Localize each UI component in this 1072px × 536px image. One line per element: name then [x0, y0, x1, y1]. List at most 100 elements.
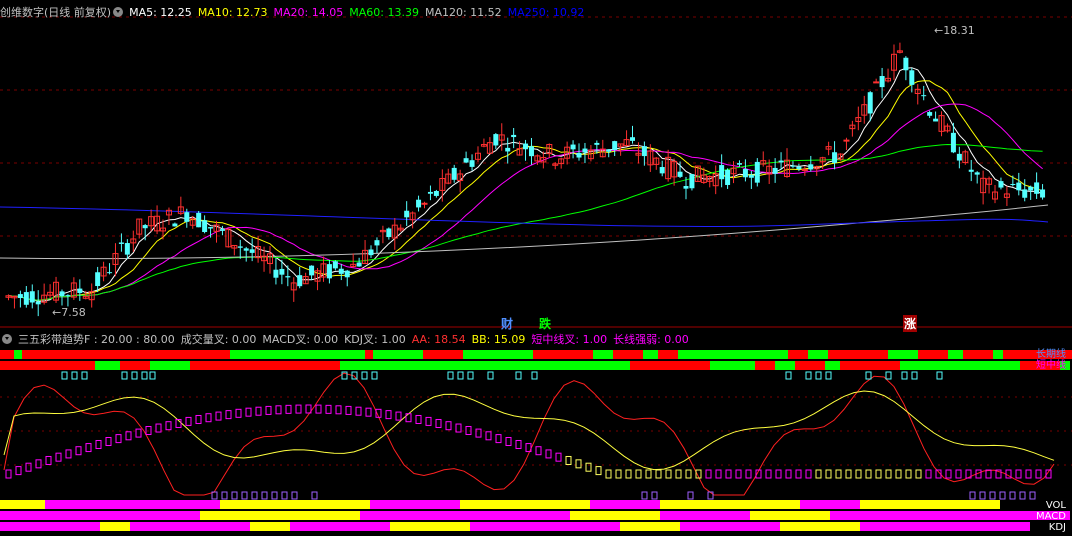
trend-square [955, 469, 962, 479]
trend-square [775, 469, 782, 479]
trend-square [385, 410, 392, 420]
signal-square [447, 371, 454, 380]
band-segment [0, 511, 200, 520]
signal-square [149, 371, 156, 380]
trend-square [735, 469, 742, 479]
candle-body [950, 132, 956, 153]
moving-average-lines [0, 67, 1049, 302]
indicator-settings-icon[interactable] [2, 334, 12, 344]
trend-square [355, 406, 362, 416]
band-segment [620, 522, 680, 531]
candle-body [368, 249, 374, 256]
band-label-vol: VOL [1045, 500, 1066, 511]
signal-square [121, 371, 128, 380]
trend-square [585, 462, 592, 472]
band-segment [190, 361, 340, 370]
signal-square [81, 371, 88, 380]
trend-square [345, 405, 352, 415]
band-segment [360, 511, 570, 520]
candle-body [95, 272, 101, 287]
trend-square [15, 466, 22, 476]
band-segment [365, 350, 373, 359]
volume-cross: 成交量叉: 0.00 [180, 333, 257, 346]
candle-body [332, 261, 338, 269]
trend-square [25, 462, 32, 472]
trend-square [655, 469, 662, 479]
signal-square [61, 371, 68, 380]
candle-body [237, 246, 243, 248]
candlesticks[interactable] [5, 42, 1046, 317]
band-segment [860, 522, 1030, 531]
trend-square [205, 413, 212, 423]
indicator-name[interactable]: 三五彩带趋势F : 20.00 : 80.00 [18, 333, 175, 346]
band-segment [795, 361, 825, 370]
candle-body [843, 139, 850, 142]
candle-body [677, 171, 683, 177]
bottom-square [271, 491, 278, 500]
stock-chart[interactable] [0, 0, 1072, 536]
band-segment [918, 350, 948, 359]
candle-body [77, 288, 83, 293]
event-tag-up[interactable]: 涨 [903, 315, 918, 332]
signal-square [936, 371, 943, 380]
candle-body [107, 272, 113, 274]
candle-body [1040, 189, 1046, 198]
trend-square [335, 405, 342, 415]
candle-body [528, 146, 534, 157]
candle-body [909, 70, 915, 85]
long-strength: 长线强弱: 0.00 [613, 333, 689, 346]
band-segment [630, 361, 710, 370]
trend-square [565, 455, 572, 465]
candle-body [754, 161, 760, 183]
trend-square [445, 421, 452, 431]
event-tag-finance[interactable]: 财 [500, 315, 514, 332]
candle-body [35, 301, 41, 305]
signal-square [515, 371, 522, 380]
band-segment [825, 361, 840, 370]
trend-square [685, 469, 692, 479]
band-segment [0, 350, 14, 359]
settings-icon[interactable] [113, 7, 124, 17]
ma-line [8, 80, 1043, 301]
band-segment [423, 350, 463, 359]
trend-square [895, 469, 902, 479]
trend-square [505, 437, 512, 446]
event-tag-down[interactable]: 跌 [538, 315, 552, 332]
band-label-macd: MACD [1036, 511, 1066, 522]
candle-body [1010, 183, 1016, 185]
bottom-square [641, 491, 648, 500]
candle-body [356, 262, 362, 267]
trend-square [795, 469, 802, 479]
band-segment [593, 350, 613, 359]
trend-square [545, 449, 552, 459]
candle-body [998, 181, 1004, 188]
candle-body [404, 210, 410, 218]
candle-body [974, 172, 980, 175]
candle-body [309, 265, 315, 276]
band-segment [0, 500, 45, 509]
trend-square [1025, 469, 1032, 479]
trend-square [95, 439, 102, 449]
trend-square [35, 459, 42, 469]
trend-square [855, 469, 862, 479]
candle-body [630, 137, 635, 141]
candle-body [719, 165, 725, 180]
candle-body [576, 152, 582, 158]
trend-square [295, 404, 302, 414]
candle-body [689, 174, 695, 189]
candle-body [469, 160, 475, 167]
candle-body [778, 160, 784, 163]
trend-square [805, 469, 812, 479]
stock-title[interactable]: 创维数字(日线 前复权) [0, 6, 111, 19]
candle-body [801, 168, 808, 171]
candle-body [374, 240, 380, 246]
band-segment [993, 350, 1003, 359]
trend-square [55, 452, 62, 462]
band-segment [710, 361, 755, 370]
candle-body [790, 165, 796, 167]
candle-body [641, 146, 647, 157]
signal-square [865, 371, 872, 380]
trend-square [715, 469, 722, 479]
main-header: 创维数字(日线 前复权) MA5: 12.25 MA10: 12.73 MA20: 1… [0, 5, 590, 21]
band-segment [780, 522, 860, 531]
